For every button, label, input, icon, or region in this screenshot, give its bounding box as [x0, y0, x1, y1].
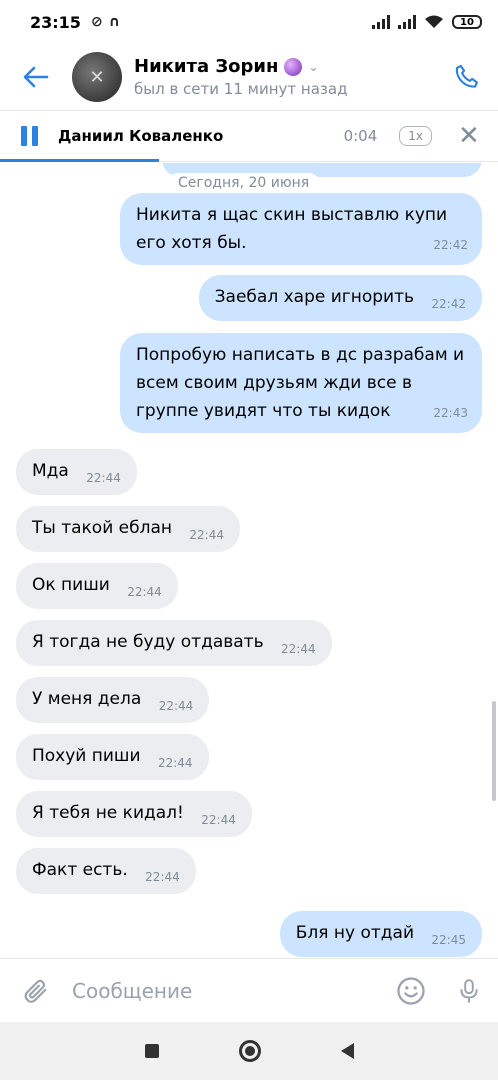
- contact-status: был в сети 11 минут назад: [134, 80, 348, 98]
- attach-button[interactable]: [0, 976, 72, 1006]
- emoji-icon: [397, 976, 425, 1005]
- crystal-ball-icon: [284, 57, 303, 76]
- message-bubble-in[interactable]: Ок пиши 22:44: [16, 563, 178, 609]
- contact-info[interactable]: Никита Зорин ⌄ был в сети 11 минут назад: [134, 56, 436, 98]
- microphone-icon: [460, 978, 478, 1003]
- message-text: Я тогда не буду отдавать: [32, 632, 264, 652]
- message-time: 22:45: [431, 933, 466, 947]
- message-text: Факт есть.: [32, 860, 128, 880]
- message-bubble-in[interactable]: У меня дела 22:44: [16, 677, 210, 723]
- status-notification-icons: ⊘ ∩: [91, 14, 120, 30]
- message-bubble-in[interactable]: Похуй пиши 22:44: [16, 734, 209, 780]
- paperclip-icon: [24, 979, 47, 1003]
- message-text: У меня дела: [32, 689, 142, 709]
- player-elapsed: 0:04: [343, 127, 378, 145]
- message-bubble-in[interactable]: Я тогда не буду отдавать 22:44: [16, 620, 332, 666]
- message-time: 22:43: [433, 406, 468, 420]
- scrollbar[interactable]: [492, 701, 496, 801]
- chat-header: ✕ Никита Зорин ⌄ был в сети 11 минут наз…: [0, 44, 498, 110]
- mute-icon: ⊘: [90, 14, 103, 30]
- message-text: Попробую написать в дс разрабам и всем с…: [136, 345, 465, 421]
- avatar[interactable]: ✕: [72, 52, 122, 102]
- message-bubble-out[interactable]: Бля ну отдай 22:45: [279, 911, 482, 957]
- message-time: 22:44: [127, 585, 162, 599]
- pause-button[interactable]: [0, 126, 58, 146]
- close-icon[interactable]: ✕: [458, 123, 498, 149]
- message-bubble-out[interactable]: Попробую написать в дс разрабам и всем с…: [120, 333, 482, 433]
- message-text: Ок пиши: [32, 575, 110, 595]
- message-time: 22:44: [201, 813, 236, 827]
- recents-button[interactable]: [144, 1044, 159, 1058]
- status-time: 23:15: [30, 12, 81, 32]
- message-bubble-out[interactable]: Заебал харе игнорить 22:42: [198, 275, 482, 321]
- contact-name: Никита Зорин: [134, 56, 279, 77]
- message-bubble-in[interactable]: Ты такой еблан 22:44: [16, 506, 240, 552]
- message-input[interactable]: Сообщение: [72, 979, 382, 1003]
- phone-icon: [455, 64, 478, 88]
- back-arrow-icon: [23, 66, 49, 88]
- message-text: Мда: [32, 461, 69, 481]
- back-button[interactable]: [0, 66, 72, 88]
- status-right: 10: [372, 15, 482, 29]
- wifi-icon: [425, 15, 443, 28]
- player-progress[interactable]: [0, 159, 160, 162]
- message-time: 22:44: [145, 870, 180, 884]
- signal-icon-2: [398, 15, 416, 29]
- status-bar: 23:15 ⊘ ∩ 10: [0, 0, 498, 44]
- back-nav-button[interactable]: [340, 1043, 354, 1059]
- message-text: Никита я щас скин выставлю купи его хотя…: [136, 205, 448, 253]
- message-text: Похуй пиши: [32, 746, 141, 766]
- player-track-title: Даниил Коваленко: [58, 127, 224, 145]
- voice-message-button[interactable]: [440, 976, 498, 1006]
- message-text: Бля ну отдай: [295, 923, 414, 943]
- message-composer: Сообщение: [0, 958, 498, 1022]
- headphones-icon: ∩: [108, 14, 121, 30]
- message-time: 22:41: [433, 163, 468, 173]
- message-time: 22:44: [189, 528, 224, 542]
- message-time: 22:44: [157, 756, 193, 770]
- battery-icon: 10: [452, 15, 482, 29]
- system-nav-bar: [0, 1022, 498, 1080]
- message-time: 22:42: [433, 238, 468, 252]
- emoji-button[interactable]: [382, 976, 440, 1006]
- message-bubble-out[interactable]: Никита я щас скин выставлю купи его хотя…: [120, 193, 482, 265]
- pause-icon: [20, 126, 27, 146]
- message-text: Ты такой еблан: [32, 518, 172, 538]
- message-text: Я тебя не кидал!: [32, 803, 184, 823]
- playback-speed-button[interactable]: 1x: [399, 126, 432, 146]
- message-bubble-in[interactable]: Я тебя не кидал! 22:44: [16, 791, 252, 837]
- home-button[interactable]: [238, 1040, 261, 1062]
- message-bubble-in[interactable]: Мда 22:44: [16, 449, 137, 495]
- signal-icon: [372, 15, 390, 29]
- message-time: 22:42: [431, 297, 466, 311]
- message-text: Заебал харе игнорить: [214, 287, 414, 307]
- message-list[interactable]: 22:41 Сегодня, 20 июня Никита я щас скин…: [0, 163, 498, 958]
- date-separator: Сегодня, 20 июня: [168, 173, 320, 193]
- message-time: 22:44: [281, 642, 316, 656]
- chevron-down-icon: ⌄: [308, 59, 319, 74]
- message-time: 22:44: [158, 699, 194, 713]
- message-bubble-in[interactable]: Факт есть. 22:44: [16, 848, 196, 894]
- audio-player-bar: Даниил Коваленко 0:04 1x ✕: [0, 110, 498, 162]
- message-time: 22:44: [86, 471, 121, 485]
- call-button[interactable]: [436, 63, 498, 91]
